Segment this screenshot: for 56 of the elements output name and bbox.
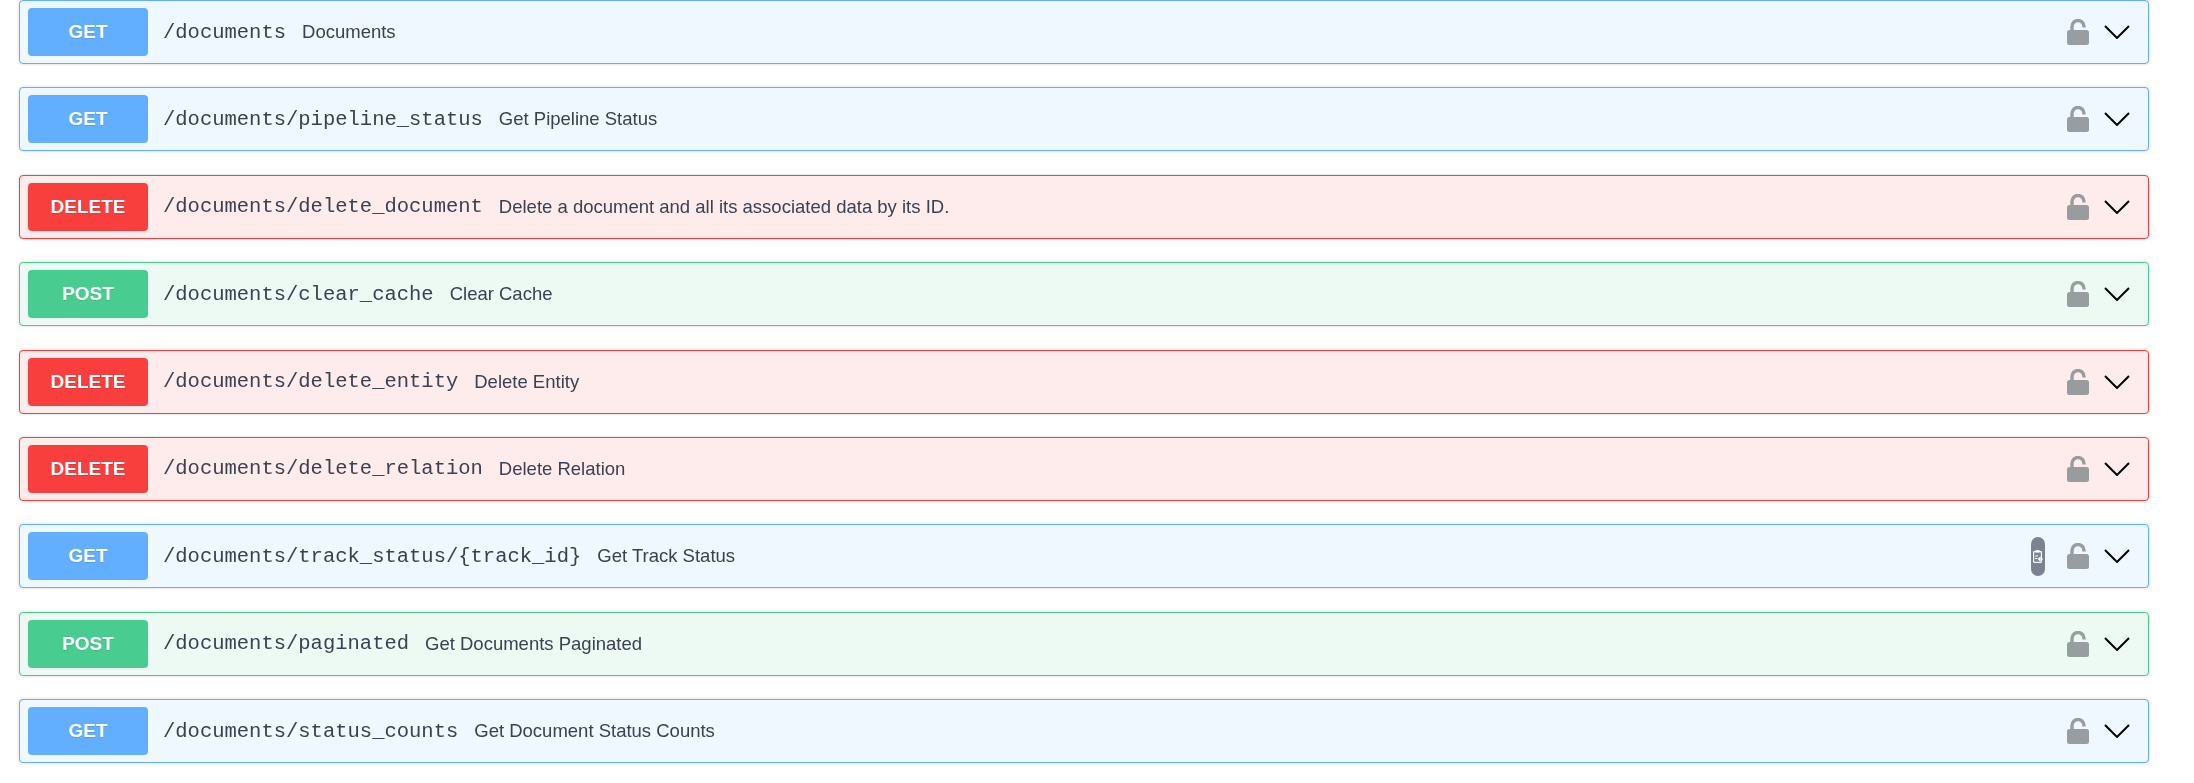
endpoint-summary: Get Track Status <box>597 545 736 568</box>
operation-row[interactable]: POST /documents/clear_cache Clear Cache <box>19 262 2149 327</box>
method-badge: GET <box>28 707 148 756</box>
padlock-icon[interactable] <box>2067 106 2089 133</box>
padlock-icon[interactable] <box>2067 455 2089 482</box>
padlock-icon[interactable] <box>2067 543 2089 570</box>
chevron-icon[interactable] <box>2104 199 2130 214</box>
endpoint-summary: Delete Relation <box>498 457 626 480</box>
method-badge: GET <box>28 95 148 144</box>
operation-row[interactable]: GET /documents/track_status/{track_id} Get Track Status <box>19 524 2149 589</box>
endpoint-path: /documents/delete_document <box>163 195 483 219</box>
endpoint-summary: Get Documents Paginated <box>425 632 643 655</box>
chevron-icon[interactable] <box>2104 25 2130 39</box>
operation-row[interactable]: GET /documents/status_counts Get Document Status Counts <box>19 699 2149 764</box>
endpoint-path: /documents/status_counts <box>163 719 459 743</box>
clipboard-icon <box>2033 549 2043 563</box>
chevron-icon[interactable] <box>2104 374 2130 389</box>
operation-row[interactable]: DELETE /documents/delete_relation Delete Relation <box>19 436 2149 501</box>
chevron-icon[interactable] <box>2104 636 2130 651</box>
method-badge: GET <box>28 532 148 581</box>
endpoint-path: /documents/paginated <box>163 632 410 656</box>
method-badge: DELETE <box>28 444 148 493</box>
chevron-icon[interactable] <box>2104 549 2130 564</box>
endpoint-path: /documents/delete_entity <box>163 370 459 394</box>
padlock-icon[interactable] <box>2067 193 2089 220</box>
endpoint-summary: Get Document Status Counts <box>474 720 715 743</box>
endpoint-summary: Get Pipeline Status <box>498 108 658 131</box>
endpoint-path: /documents <box>163 20 287 44</box>
endpoint-summary: Documents <box>302 21 396 43</box>
operation-row[interactable]: DELETE /documents/delete_document Delete a document and all its associated data by its ID. <box>19 174 2149 239</box>
copy-button[interactable] <box>2031 536 2045 576</box>
endpoint-path: /documents/delete_relation <box>163 457 483 481</box>
chevron-icon[interactable] <box>2104 287 2130 302</box>
endpoint-summary: Delete Entity <box>474 370 580 393</box>
operation-row[interactable]: GET /documents Documents <box>19 0 2149 64</box>
padlock-icon[interactable] <box>2067 630 2089 657</box>
endpoint-path: /documents/track_status/{track_id} <box>163 544 582 568</box>
method-badge: DELETE <box>28 357 148 406</box>
endpoint-path: /documents/clear_cache <box>163 282 434 306</box>
endpoint-summary: Clear Cache <box>449 283 553 306</box>
chevron-icon[interactable] <box>2104 461 2130 476</box>
operation-row[interactable]: DELETE /documents/delete_entity Delete Entity <box>19 349 2149 414</box>
operation-row[interactable]: POST /documents/paginated Get Documents Paginated <box>19 611 2149 676</box>
endpoint-path: /documents/pipeline_status <box>163 107 483 131</box>
padlock-icon[interactable] <box>2067 19 2089 45</box>
endpoint-summary: Delete a document and all its associated data by its ID. <box>498 195 950 218</box>
chevron-icon[interactable] <box>2104 724 2130 739</box>
method-badge: GET <box>28 8 148 56</box>
padlock-icon[interactable] <box>2067 718 2089 745</box>
method-badge: POST <box>28 619 148 668</box>
padlock-icon[interactable] <box>2067 368 2089 395</box>
operation-row[interactable]: GET /documents/pipeline_status Get Pipeline Status <box>19 87 2149 152</box>
method-badge: DELETE <box>28 182 148 231</box>
method-badge: POST <box>28 270 148 319</box>
chevron-icon[interactable] <box>2104 112 2130 127</box>
padlock-icon[interactable] <box>2067 281 2089 308</box>
